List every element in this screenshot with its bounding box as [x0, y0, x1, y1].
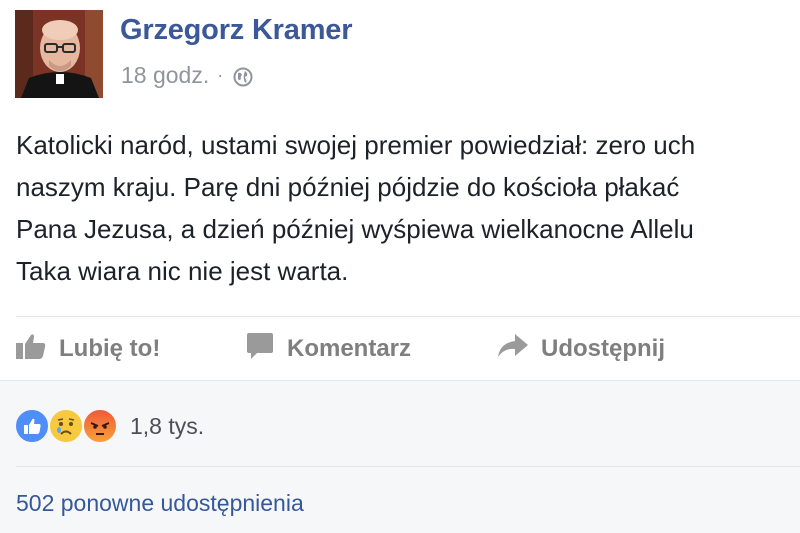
facebook-post: Grzegorz Kramer 18 godz. · Katolicki nar… — [0, 0, 800, 533]
comment-label: Komentarz — [287, 335, 412, 362]
divider — [16, 466, 800, 467]
share-label: Udostępnij — [541, 335, 665, 362]
post-text-line: Pana Jezusa, a dzień później wyśpiewa wi… — [16, 214, 694, 244]
shares-count-link[interactable]: 502 ponowne udostępnienia — [16, 490, 304, 517]
reaction-count[interactable]: 1,8 tys. — [130, 413, 204, 440]
comment-button[interactable]: Komentarz — [245, 332, 411, 366]
divider — [16, 316, 800, 317]
author-avatar[interactable] — [15, 10, 103, 98]
reactions-summary[interactable]: 1,8 tys. — [14, 406, 204, 446]
post-text-line: Katolicki naród, ustami swojej premier p… — [16, 130, 696, 160]
post-text: Katolicki naród, ustami swojej premier p… — [16, 124, 800, 292]
reaction-icons — [14, 406, 124, 446]
share-button[interactable]: Udostępnij — [497, 332, 665, 366]
sad-reaction-icon — [48, 408, 84, 444]
globe-icon[interactable] — [233, 66, 253, 86]
post-text-line: Taka wiara nic nie jest warta. — [16, 256, 349, 286]
speech-bubble-icon — [245, 332, 275, 367]
post-timestamp[interactable]: 18 godz. — [121, 62, 209, 89]
like-label: Lubię to! — [59, 335, 161, 362]
thumbs-up-icon — [15, 332, 47, 367]
meta-separator: · — [217, 65, 224, 85]
like-reaction-icon — [14, 408, 50, 444]
like-button[interactable]: Lubię to! — [15, 332, 160, 366]
share-arrow-icon — [497, 333, 529, 366]
angry-reaction-icon — [82, 408, 118, 444]
post-text-line: naszym kraju. Parę dni później pójdzie d… — [16, 172, 680, 202]
author-name-link[interactable]: Grzegorz Kramer — [120, 14, 353, 47]
post-meta: 18 godz. · — [121, 62, 253, 89]
